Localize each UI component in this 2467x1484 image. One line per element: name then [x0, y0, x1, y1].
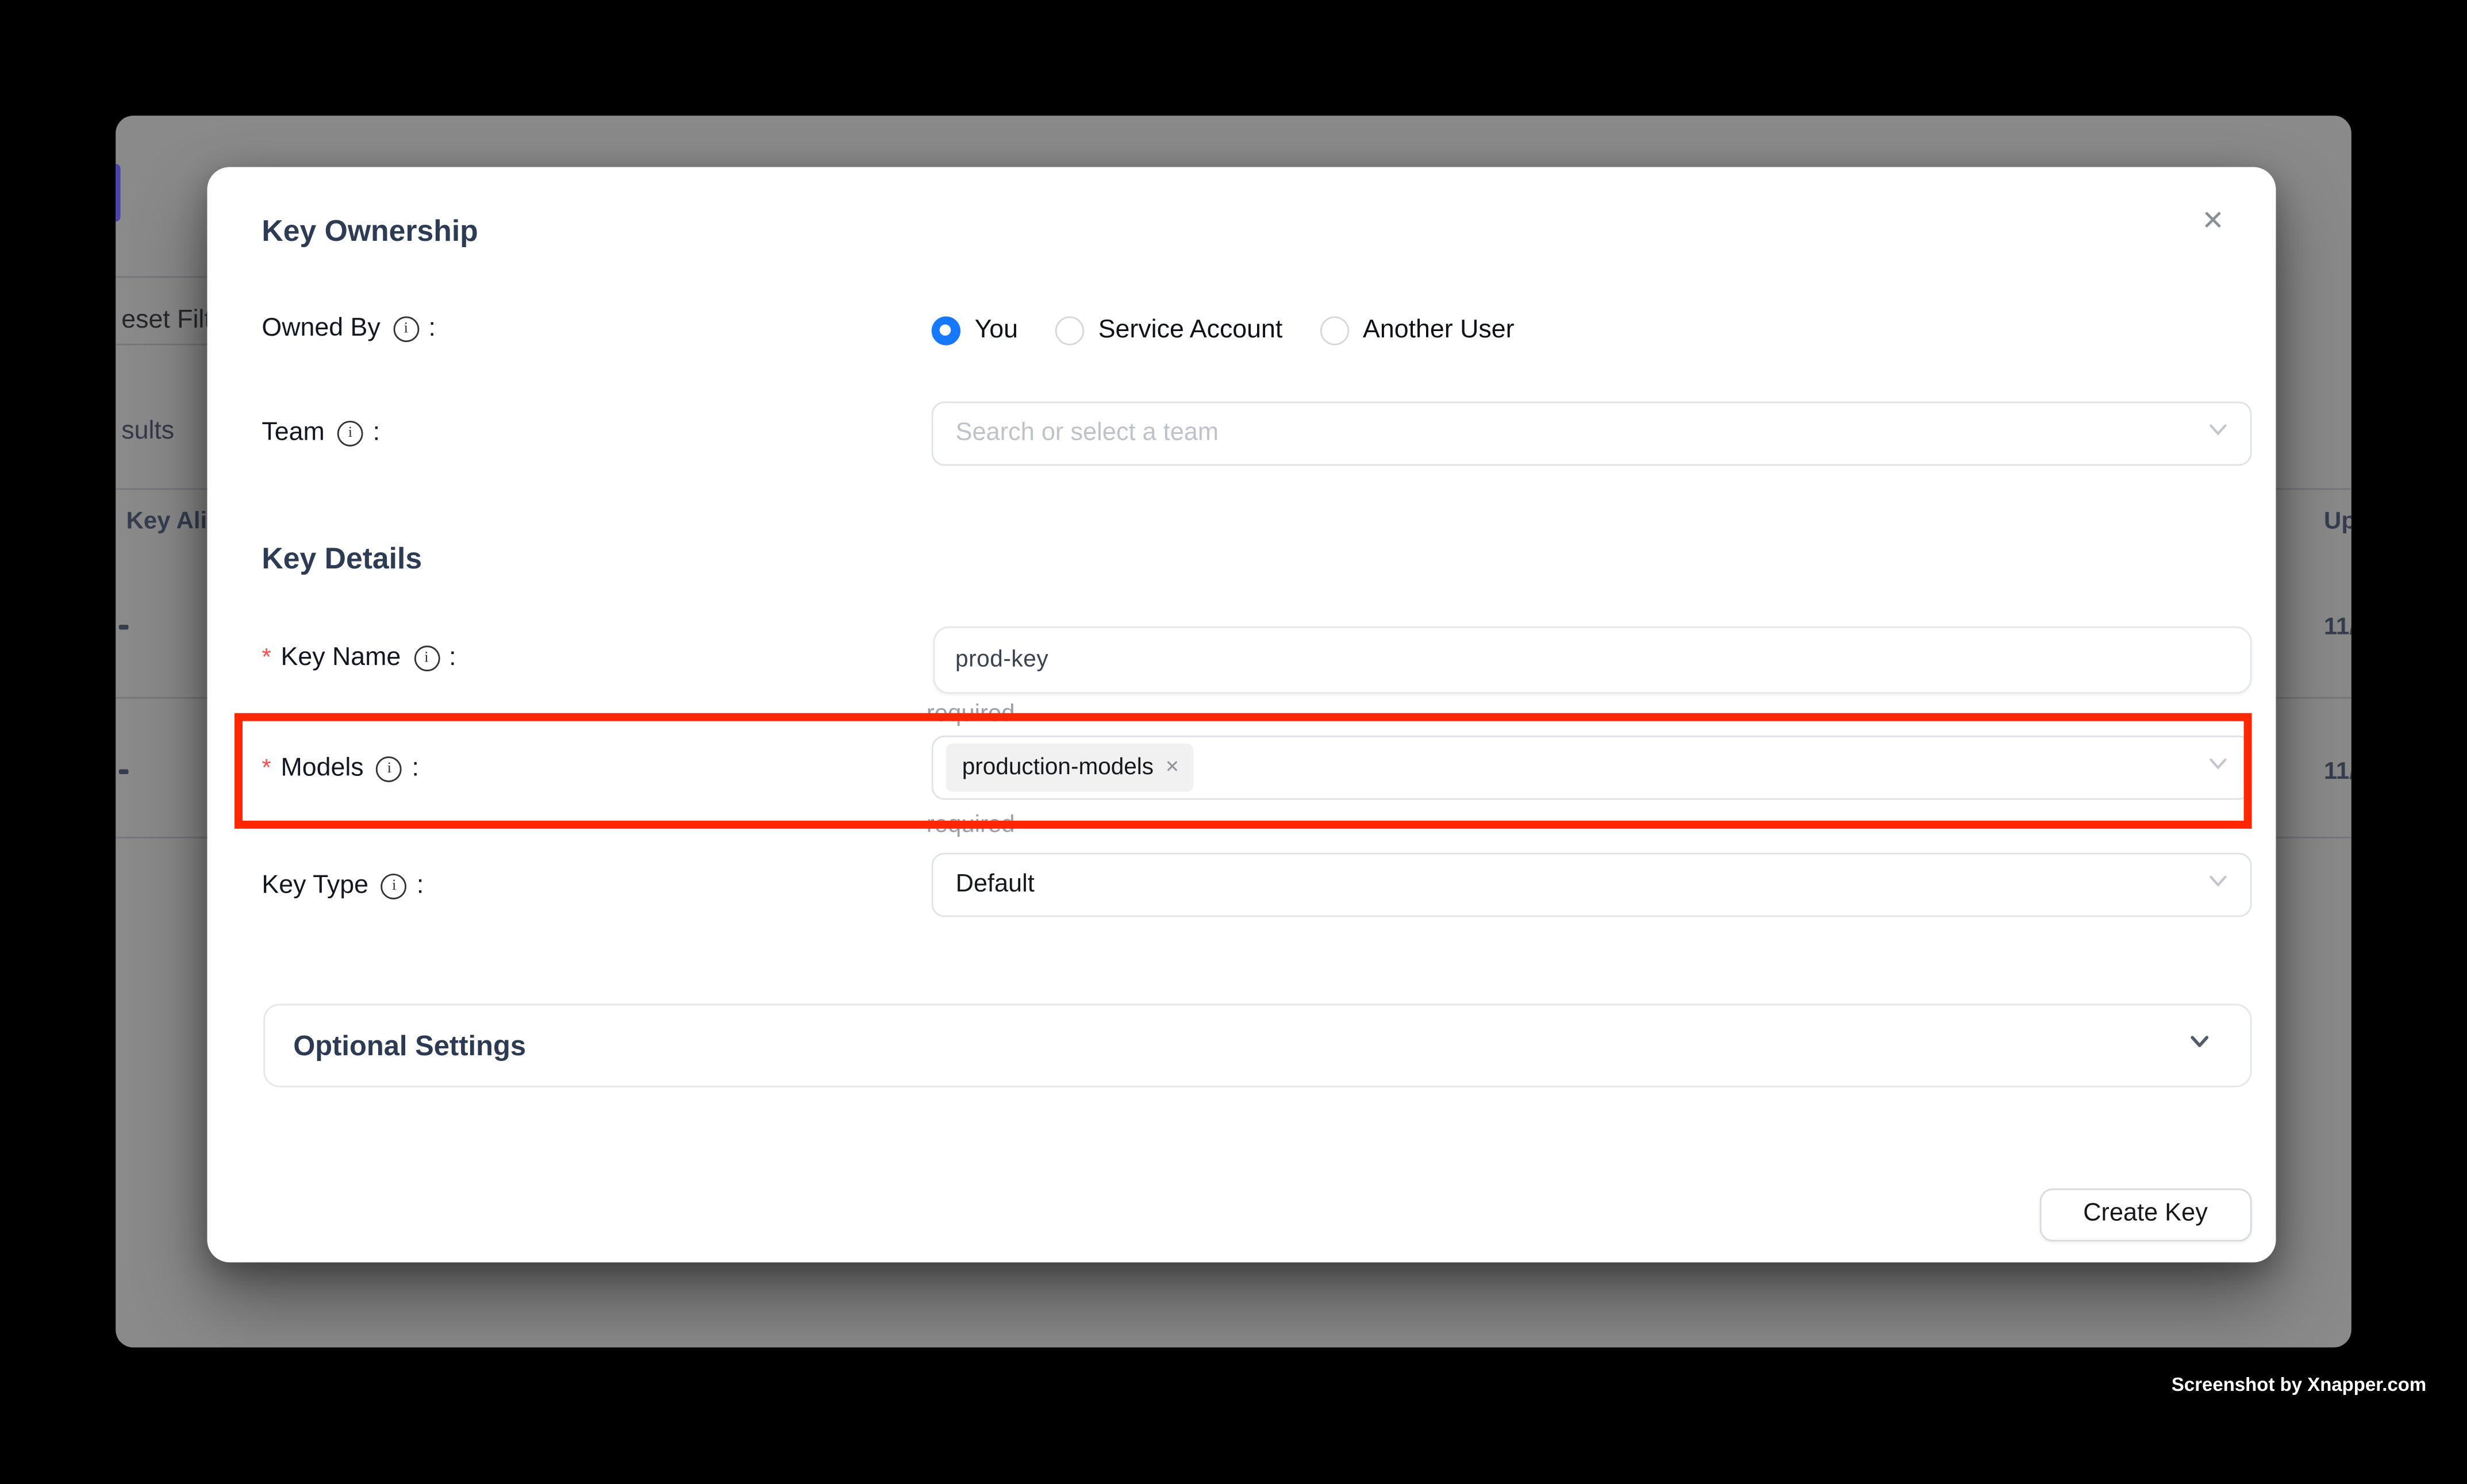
selected-model-tag: production-models ✕: [946, 744, 1193, 793]
create-key-modal: ✕ Key Ownership Owned By i : You Service…: [207, 167, 2277, 1263]
required-asterisk: *: [262, 644, 271, 672]
radio-unselected-icon: [1320, 316, 1348, 345]
info-icon[interactable]: i: [381, 874, 407, 899]
chevron-down-icon: [2207, 418, 2229, 448]
divider: [115, 344, 207, 346]
team-select[interactable]: Search or select a team: [932, 401, 2252, 466]
table-row-date: 11/: [2324, 759, 2352, 786]
radio-you-label: You: [975, 316, 1018, 345]
divider: [115, 837, 207, 839]
results-partial-text: sults: [121, 418, 174, 447]
key-type-selected-value: Default: [956, 870, 1035, 899]
models-select[interactable]: production-models ✕: [932, 736, 2252, 801]
radio-service-account[interactable]: Service Account: [1055, 316, 1282, 345]
key-name-input[interactable]: prod-key: [933, 626, 2251, 693]
team-select-placeholder: Search or select a team: [956, 419, 1219, 448]
models-required-message: required: [927, 811, 1015, 839]
radio-another-user[interactable]: Another User: [1320, 316, 1515, 345]
models-label: * Models i :: [262, 755, 418, 783]
divider: [115, 697, 207, 699]
tag-remove-icon[interactable]: ✕: [1165, 759, 1180, 777]
watermark-text: Screenshot by Xnapper.com: [2172, 1373, 2353, 1395]
reset-filters-partial-text: eset Filt: [121, 306, 207, 335]
chevron-down-icon: [2188, 1029, 2212, 1062]
colon: :: [449, 644, 456, 672]
create-key-button[interactable]: Create Key: [2039, 1188, 2251, 1241]
divider: [115, 276, 207, 278]
close-icon[interactable]: ✕: [2193, 202, 2232, 241]
colon: :: [417, 872, 424, 901]
background-left-fragments: eset Filt sults Key Alia: [115, 116, 207, 1347]
info-icon[interactable]: i: [337, 421, 363, 447]
colon: :: [429, 314, 436, 343]
owned-by-radio-group: You Service Account Another User: [931, 316, 1514, 345]
radio-service-account-label: Service Account: [1098, 316, 1283, 345]
key-name-required-message: required: [927, 700, 1015, 728]
key-details-heading: Key Details: [262, 541, 422, 576]
models-label-text: Models: [281, 755, 364, 783]
divider: [2275, 837, 2352, 839]
colon: :: [412, 755, 418, 783]
optional-settings-heading: Optional Settings: [293, 1029, 526, 1063]
table-row-date: 11/: [2324, 614, 2352, 641]
chevron-down-icon: [2207, 753, 2229, 783]
key-name-label: * Key Name i :: [262, 644, 456, 672]
radio-selected-icon: [931, 316, 960, 345]
key-type-label: Key Type i :: [262, 872, 424, 901]
required-asterisk: *: [262, 755, 271, 783]
radio-another-user-label: Another User: [1363, 316, 1514, 345]
table-cell-dash: [118, 770, 129, 774]
background-right-fragments: Up 11/ 11/: [2275, 116, 2352, 1347]
colon: :: [373, 419, 380, 448]
info-icon[interactable]: i: [393, 316, 419, 342]
team-label: Team i :: [262, 419, 380, 448]
screenshot-stage: eset Filt sults Key Alia Up 11/ 11/ ✕ Ke…: [0, 0, 2467, 1484]
key-type-label-text: Key Type: [262, 872, 368, 901]
divider: [2275, 697, 2352, 699]
owned-by-label: Owned By i :: [262, 314, 436, 343]
key-name-label-text: Key Name: [281, 644, 401, 672]
chevron-down-icon: [2207, 870, 2229, 900]
key-alias-header-partial: Key Alia: [126, 508, 207, 536]
key-ownership-heading: Key Ownership: [262, 213, 478, 248]
info-icon[interactable]: i: [414, 645, 440, 671]
optional-settings-toggle[interactable]: Optional Settings: [263, 1004, 2252, 1088]
owned-by-label-text: Owned By: [262, 314, 380, 343]
info-icon[interactable]: i: [376, 756, 402, 782]
divider: [115, 488, 207, 490]
selected-model-tag-label: production-models: [962, 755, 1154, 781]
key-type-select[interactable]: Default: [932, 852, 2252, 917]
radio-unselected-icon: [1055, 316, 1083, 345]
team-label-text: Team: [262, 419, 324, 448]
updated-header-partial: Up: [2324, 508, 2352, 536]
divider: [2275, 488, 2352, 490]
table-cell-dash: [118, 625, 129, 630]
radio-you[interactable]: You: [931, 316, 1018, 345]
